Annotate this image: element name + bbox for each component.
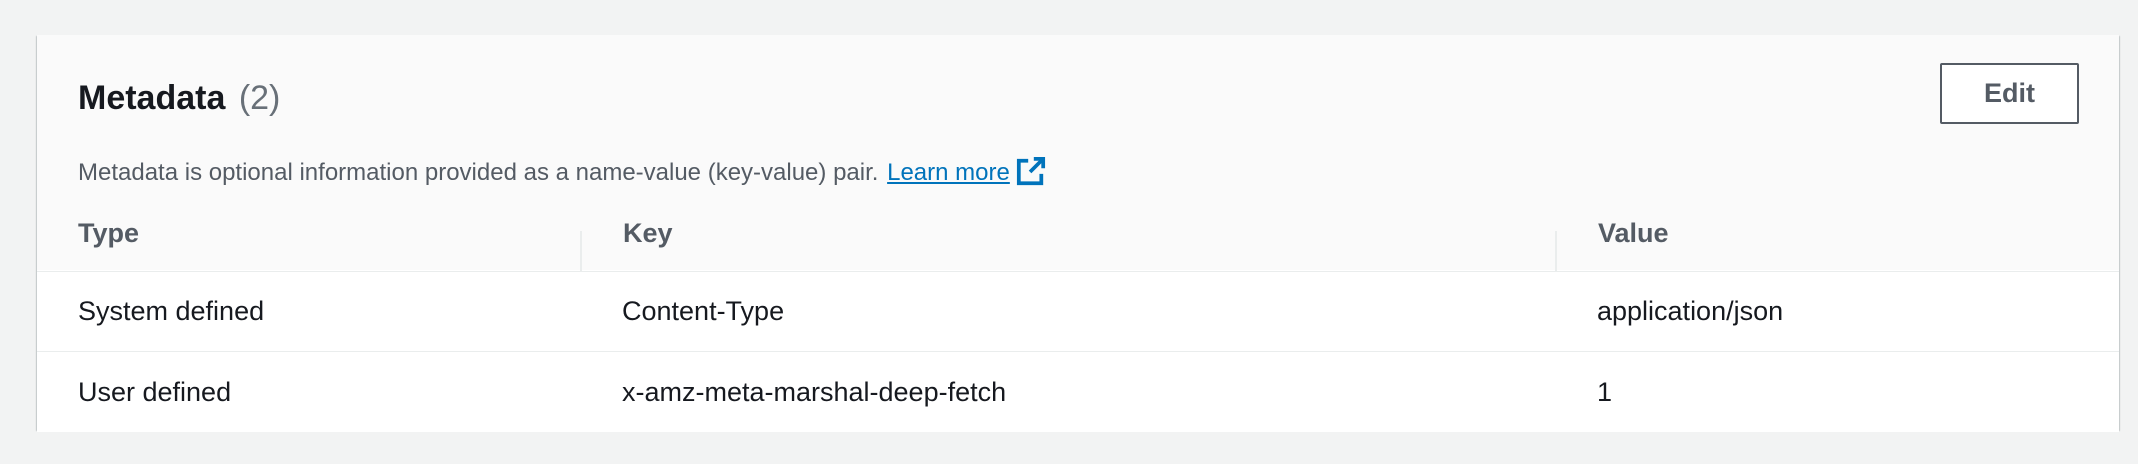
- table-header-row: Type Key Value: [37, 195, 2119, 279]
- panel-title: Metadata (2): [78, 75, 280, 123]
- cell-value: 1: [1597, 376, 1613, 407]
- cell-type: User defined: [78, 376, 232, 407]
- cell-key: Content-Type: [622, 296, 785, 326]
- learn-more-link[interactable]: Learn more: [887, 156, 1046, 186]
- table-row: System defined Content-Type application/…: [37, 272, 2119, 352]
- column-header-type[interactable]: Type: [78, 195, 139, 271]
- learn-more-label: Learn more: [887, 159, 1010, 186]
- item-count: (2): [238, 79, 281, 117]
- cell-type: System defined: [78, 296, 265, 326]
- panel-description: Metadata is optional information provide…: [78, 156, 1046, 188]
- table-row: User defined x-amz-meta-marshal-deep-fet…: [37, 352, 2119, 432]
- cell-value: application/json: [1597, 296, 1784, 326]
- edit-button[interactable]: Edit: [1940, 63, 2079, 124]
- column-header-value[interactable]: Value: [1598, 195, 1669, 271]
- metadata-table: Type Key Value System defined Content-Ty…: [37, 195, 2119, 432]
- cell-key: x-amz-meta-marshal-deep-fetch: [622, 376, 1007, 407]
- external-link-icon: [1016, 156, 1045, 186]
- title-text: Metadata: [78, 79, 226, 117]
- description-text: Metadata is optional information provide…: [78, 159, 879, 186]
- column-header-key[interactable]: Key: [623, 195, 673, 271]
- metadata-panel: Metadata (2) Metadata is optional inform…: [37, 35, 2119, 432]
